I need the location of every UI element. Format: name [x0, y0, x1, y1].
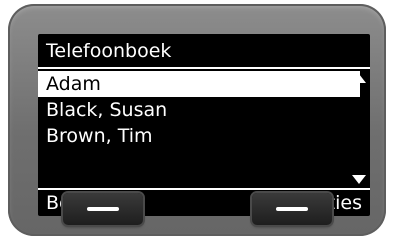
phonebook-list: Adam Black, Susan Brown, Tim — [38, 71, 360, 149]
phonebook-entry-selected[interactable]: Adam — [38, 71, 360, 97]
scroll-down-icon — [352, 175, 366, 184]
phonebook-entry[interactable]: Brown, Tim — [38, 123, 360, 149]
left-softkey-button[interactable] — [63, 193, 143, 225]
display-screen: Telefoonboek Adam Black, Susan Brown, Ti… — [38, 34, 370, 216]
right-softkey-button[interactable] — [252, 193, 332, 225]
minus-icon — [87, 207, 119, 211]
phonebook-entry[interactable]: Black, Susan — [38, 97, 360, 123]
screen-title: Telefoonboek — [46, 40, 172, 62]
scroll-up-icon — [352, 74, 366, 83]
minus-icon — [276, 207, 308, 211]
phone-device: Telefoonboek Adam Black, Susan Brown, Ti… — [8, 4, 386, 236]
softkey-divider — [38, 188, 370, 190]
title-divider — [38, 67, 370, 69]
